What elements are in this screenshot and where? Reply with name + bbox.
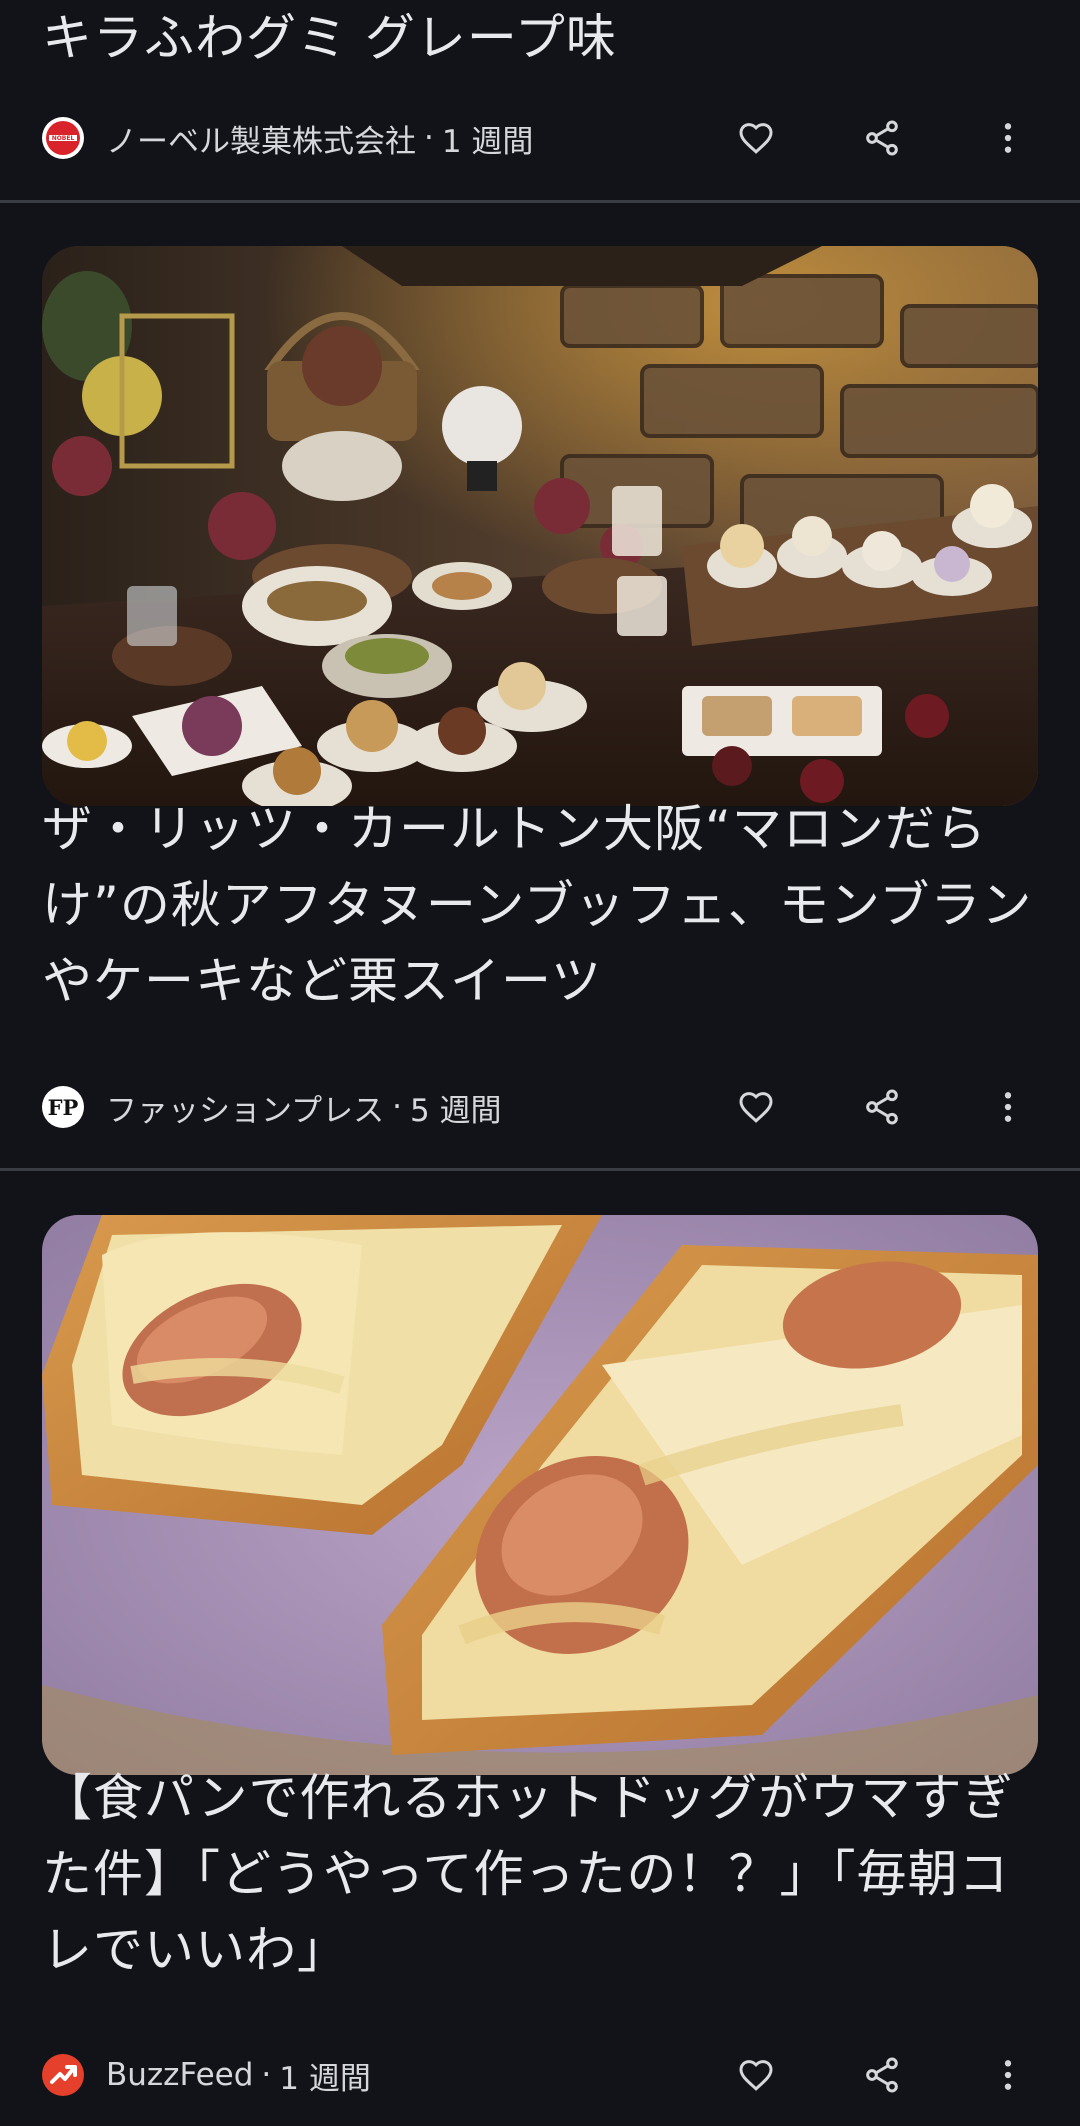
more-vert-icon bbox=[1004, 1092, 1012, 1122]
article-meta: BuzzFeed · 1 週間 bbox=[42, 2045, 1038, 2105]
share-icon bbox=[866, 2057, 898, 2093]
heart-icon bbox=[739, 123, 773, 154]
source-logo-nobel: NOBEL bbox=[42, 117, 84, 159]
heart-icon bbox=[739, 2060, 773, 2091]
buzzfeed-trending-logo bbox=[50, 2065, 77, 2084]
heart-icon bbox=[739, 1092, 773, 1123]
source-logo-fashionpress: FP bbox=[42, 1086, 84, 1128]
fp-logo-text: FP bbox=[47, 1094, 79, 1120]
like-button[interactable] bbox=[726, 2045, 786, 2105]
meta-separator: · bbox=[392, 1089, 402, 1125]
article-source-age: ファッションプレス · 5 週間 bbox=[106, 1085, 502, 1130]
article-image[interactable] bbox=[42, 1215, 1038, 1775]
bread-hotdog-photo bbox=[42, 1215, 1038, 1775]
source-name: BuzzFeed bbox=[106, 2057, 254, 2093]
article-actions bbox=[726, 1077, 1038, 1137]
meta-separator: · bbox=[424, 120, 434, 156]
meta-separator: · bbox=[261, 2057, 272, 2093]
more-options-button[interactable] bbox=[978, 108, 1038, 168]
source-logo-buzzfeed bbox=[42, 2054, 84, 2096]
like-button[interactable] bbox=[726, 1077, 786, 1137]
share-icon bbox=[866, 1089, 898, 1125]
article-age: 1 週間 bbox=[279, 2060, 371, 2097]
autumn-dessert-buffet-photo bbox=[42, 246, 1038, 806]
article-age: 1 週間 bbox=[441, 123, 534, 160]
like-button[interactable] bbox=[726, 108, 786, 168]
article-source-age: ノーベル製菓株式会社 · 1 週間 bbox=[106, 116, 533, 161]
article-meta: NOBEL ノーベル製菓株式会社 · 1 週間 bbox=[42, 108, 1038, 168]
more-options-button[interactable] bbox=[978, 1077, 1038, 1137]
article-title[interactable]: キラふわグミ グレープ味 bbox=[42, 0, 1042, 76]
share-icon bbox=[866, 120, 898, 156]
article-image[interactable] bbox=[42, 246, 1038, 806]
article-source-age: BuzzFeed · 1 週間 bbox=[106, 2053, 371, 2098]
article-card-1[interactable]: キラふわグミ グレープ味 NOBEL ノーベル製菓株式会社 · 1 週間 bbox=[0, 0, 1080, 203]
article-card-3[interactable]: 【食パンで作れるホットドッグがウマすぎた件】「どうやって作ったの！？」「毎朝コレ… bbox=[0, 1171, 1080, 2126]
article-actions bbox=[726, 2045, 1038, 2105]
article-meta: FP ファッションプレス · 5 週間 bbox=[42, 1077, 1038, 1137]
source-name: ノーベル製菓株式会社 bbox=[106, 123, 416, 160]
article-title[interactable]: ザ・リッツ・カールトン大阪“マロンだらけ”の秋アフタヌーンブッフェ、モンブランや… bbox=[42, 791, 1042, 1019]
article-actions bbox=[726, 108, 1038, 168]
share-button[interactable] bbox=[852, 108, 912, 168]
share-button[interactable] bbox=[852, 1077, 912, 1137]
nobel-logo-text: NOBEL bbox=[52, 135, 75, 142]
source-name: ファッションプレス bbox=[106, 1092, 385, 1129]
share-button[interactable] bbox=[852, 2045, 912, 2105]
article-age: 5 週間 bbox=[409, 1092, 502, 1129]
article-title[interactable]: 【食パンで作れるホットドッグがウマすぎた件】「どうやって作ったの！？」「毎朝コレ… bbox=[42, 1760, 1042, 1988]
more-vert-icon bbox=[1004, 2060, 1012, 2090]
more-options-button[interactable] bbox=[978, 2045, 1038, 2105]
more-vert-icon bbox=[1004, 123, 1012, 153]
article-card-2[interactable]: ザ・リッツ・カールトン大阪“マロンだらけ”の秋アフタヌーンブッフェ、モンブランや… bbox=[0, 203, 1080, 1170]
